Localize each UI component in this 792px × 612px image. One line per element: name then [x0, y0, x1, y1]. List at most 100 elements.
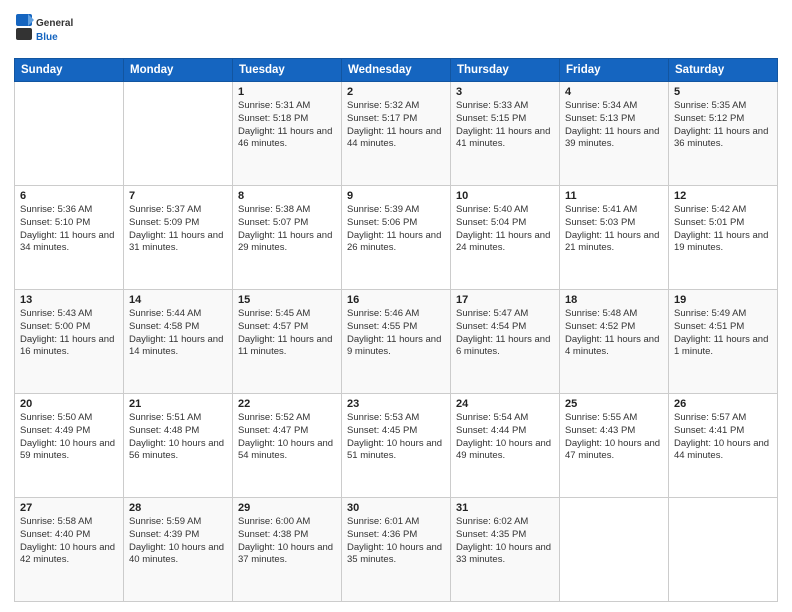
calendar-cell: 7 Sunrise: 5:37 AMSunset: 5:09 PMDaylight… [124, 186, 233, 290]
calendar-cell: 25 Sunrise: 5:55 AMSunset: 4:43 PMDayligh… [560, 394, 669, 498]
weekday-header-cell: Saturday [669, 59, 778, 82]
day-number: 21 [129, 398, 227, 410]
day-detail: Sunrise: 6:01 AMSunset: 4:36 PMDaylight:… [347, 516, 445, 567]
calendar-cell: 15Sunrise: 5:45 AMSunset: 4:57 PMDayligh… [233, 290, 342, 394]
calendar-cell: 30 Sunrise: 6:01 AMSunset: 4:36 PMDayligh… [342, 498, 451, 602]
day-detail: Sunrise: 5:52 AMSunset: 4:47 PMDaylight:… [238, 412, 336, 463]
calendar-cell: 3Sunrise: 5:33 AMSunset: 5:15 PMDaylight… [451, 82, 560, 186]
day-number: 16 [347, 294, 445, 306]
day-number: 25 [565, 398, 663, 410]
calendar-cell: 12 Sunrise: 5:42 AMSunset: 5:01 PMDayligh… [669, 186, 778, 290]
day-detail: Sunrise: 5:42 AMSunset: 5:01 PMDaylight:… [674, 204, 772, 255]
day-number: 22 [238, 398, 336, 410]
day-detail: Sunrise: 5:50 AMSunset: 4:49 PMDaylight:… [20, 412, 118, 463]
day-number: 31 [456, 502, 554, 514]
day-detail: Sunrise: 5:57 AMSunset: 4:41 PMDaylight:… [674, 412, 772, 463]
day-number: 10 [456, 190, 554, 202]
day-number: 1 [238, 86, 336, 98]
day-number: 14 [129, 294, 227, 306]
day-number: 8 [238, 190, 336, 202]
calendar-cell: 23Sunrise: 5:53 AMSunset: 4:45 PMDayligh… [342, 394, 451, 498]
day-number: 4 [565, 86, 663, 98]
weekday-header-cell: Sunday [15, 59, 124, 82]
calendar-cell: 2Sunrise: 5:32 AMSunset: 5:17 PMDaylight… [342, 82, 451, 186]
day-detail: Sunrise: 5:36 AMSunset: 5:10 PMDaylight:… [20, 204, 118, 255]
day-number: 19 [674, 294, 772, 306]
calendar-cell: 27Sunrise: 5:58 AMSunset: 4:40 PMDayligh… [15, 498, 124, 602]
day-number: 28 [129, 502, 227, 514]
calendar-cell: 29 Sunrise: 6:00 AMSunset: 4:38 PMDayligh… [233, 498, 342, 602]
day-number: 24 [456, 398, 554, 410]
day-detail: Sunrise: 6:02 AMSunset: 4:35 PMDaylight:… [456, 516, 554, 567]
calendar-week-row: 27Sunrise: 5:58 AMSunset: 4:40 PMDayligh… [15, 498, 778, 602]
weekday-header-cell: Tuesday [233, 59, 342, 82]
weekday-header-cell: Wednesday [342, 59, 451, 82]
day-detail: Sunrise: 5:55 AMSunset: 4:43 PMDaylight:… [565, 412, 663, 463]
day-detail: Sunrise: 6:00 AMSunset: 4:38 PMDaylight:… [238, 516, 336, 567]
day-number: 3 [456, 86, 554, 98]
calendar-cell: 31 Sunrise: 6:02 AMSunset: 4:35 PMDayligh… [451, 498, 560, 602]
weekday-header-cell: Thursday [451, 59, 560, 82]
calendar-cell [124, 82, 233, 186]
calendar-week-row: 6Sunrise: 5:36 AMSunset: 5:10 PMDaylight… [15, 186, 778, 290]
calendar-cell: 16Sunrise: 5:46 AMSunset: 4:55 PMDayligh… [342, 290, 451, 394]
day-number: 29 [238, 502, 336, 514]
day-number: 12 [674, 190, 772, 202]
day-number: 17 [456, 294, 554, 306]
day-number: 9 [347, 190, 445, 202]
calendar-cell: 11 Sunrise: 5:41 AMSunset: 5:03 PMDayligh… [560, 186, 669, 290]
day-detail: Sunrise: 5:44 AMSunset: 4:58 PMDaylight:… [129, 308, 227, 359]
calendar-cell: 14 Sunrise: 5:44 AMSunset: 4:58 PMDayligh… [124, 290, 233, 394]
calendar-table: SundayMondayTuesdayWednesdayThursdayFrid… [14, 58, 778, 602]
day-detail: Sunrise: 5:54 AMSunset: 4:44 PMDaylight:… [456, 412, 554, 463]
calendar-cell: 13 Sunrise: 5:43 AMSunset: 5:00 PMDayligh… [15, 290, 124, 394]
calendar-cell [560, 498, 669, 602]
calendar-cell [15, 82, 124, 186]
calendar-week-row: 20 Sunrise: 5:50 AMSunset: 4:49 PMDayligh… [15, 394, 778, 498]
calendar-cell: 6Sunrise: 5:36 AMSunset: 5:10 PMDaylight… [15, 186, 124, 290]
day-number: 26 [674, 398, 772, 410]
calendar-body: 1Sunrise: 5:31 AMSunset: 5:18 PMDaylight… [15, 82, 778, 602]
calendar-cell: 10Sunrise: 5:40 AMSunset: 5:04 PMDayligh… [451, 186, 560, 290]
day-detail: Sunrise: 5:43 AMSunset: 5:00 PMDaylight:… [20, 308, 118, 359]
calendar-cell: 19 Sunrise: 5:49 AMSunset: 4:51 PMDayligh… [669, 290, 778, 394]
calendar-cell: 8 Sunrise: 5:38 AMSunset: 5:07 PMDaylight… [233, 186, 342, 290]
day-number: 30 [347, 502, 445, 514]
calendar-week-row: 13 Sunrise: 5:43 AMSunset: 5:00 PMDayligh… [15, 290, 778, 394]
day-number: 20 [20, 398, 118, 410]
calendar-cell: 18Sunrise: 5:48 AMSunset: 4:52 PMDayligh… [560, 290, 669, 394]
day-number: 15 [238, 294, 336, 306]
header: General Blue [14, 10, 778, 50]
day-number: 23 [347, 398, 445, 410]
day-detail: Sunrise: 5:37 AMSunset: 5:09 PMDaylight:… [129, 204, 227, 255]
day-detail: Sunrise: 5:49 AMSunset: 4:51 PMDaylight:… [674, 308, 772, 359]
day-detail: Sunrise: 5:39 AMSunset: 5:06 PMDaylight:… [347, 204, 445, 255]
logo-svg: General Blue [14, 10, 94, 50]
day-number: 27 [20, 502, 118, 514]
day-number: 13 [20, 294, 118, 306]
calendar-week-row: 1Sunrise: 5:31 AMSunset: 5:18 PMDaylight… [15, 82, 778, 186]
day-number: 11 [565, 190, 663, 202]
calendar-cell: 4 Sunrise: 5:34 AMSunset: 5:13 PMDaylight… [560, 82, 669, 186]
calendar-cell: 24 Sunrise: 5:54 AMSunset: 4:44 PMDayligh… [451, 394, 560, 498]
calendar-cell: 17 Sunrise: 5:47 AMSunset: 4:54 PMDayligh… [451, 290, 560, 394]
calendar-cell: 26 Sunrise: 5:57 AMSunset: 4:41 PMDayligh… [669, 394, 778, 498]
day-detail: Sunrise: 5:47 AMSunset: 4:54 PMDaylight:… [456, 308, 554, 359]
calendar-cell: 22 Sunrise: 5:52 AMSunset: 4:47 PMDayligh… [233, 394, 342, 498]
calendar-cell [669, 498, 778, 602]
day-detail: Sunrise: 5:38 AMSunset: 5:07 PMDaylight:… [238, 204, 336, 255]
day-detail: Sunrise: 5:34 AMSunset: 5:13 PMDaylight:… [565, 100, 663, 151]
day-detail: Sunrise: 5:59 AMSunset: 4:39 PMDaylight:… [129, 516, 227, 567]
day-detail: Sunrise: 5:41 AMSunset: 5:03 PMDaylight:… [565, 204, 663, 255]
calendar-cell: 5Sunrise: 5:35 AMSunset: 5:12 PMDaylight… [669, 82, 778, 186]
day-detail: Sunrise: 5:48 AMSunset: 4:52 PMDaylight:… [565, 308, 663, 359]
day-number: 7 [129, 190, 227, 202]
day-detail: Sunrise: 5:51 AMSunset: 4:48 PMDaylight:… [129, 412, 227, 463]
weekday-header-row: SundayMondayTuesdayWednesdayThursdayFrid… [15, 59, 778, 82]
weekday-header-cell: Monday [124, 59, 233, 82]
calendar-cell: 21 Sunrise: 5:51 AMSunset: 4:48 PMDayligh… [124, 394, 233, 498]
svg-text:General: General [36, 18, 73, 29]
page: General Blue SundayMondayTuesdayWednesda… [0, 0, 792, 612]
day-detail: Sunrise: 5:35 AMSunset: 5:12 PMDaylight:… [674, 100, 772, 151]
calendar-cell: 28 Sunrise: 5:59 AMSunset: 4:39 PMDayligh… [124, 498, 233, 602]
